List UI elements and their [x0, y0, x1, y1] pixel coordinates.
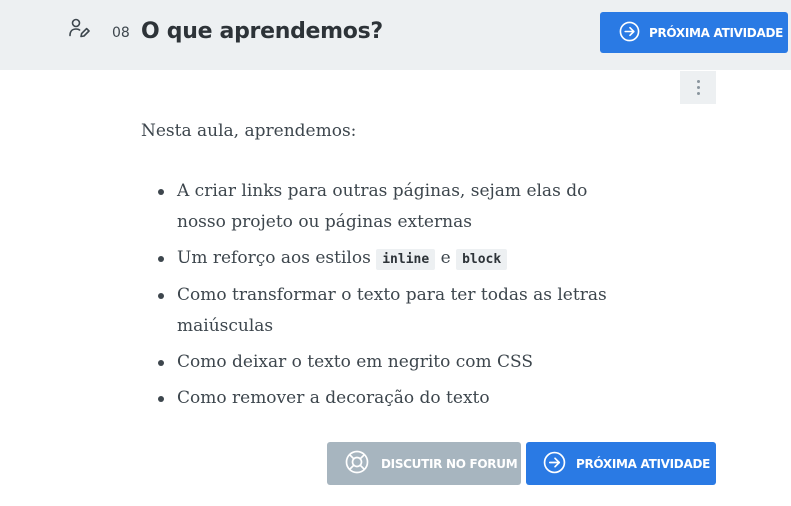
next-activity-label: PRÓXIMA ATIVIDADE — [576, 456, 710, 471]
activity-header: 08 O que aprendemos? PRÓXIMA ATIVIDADE — [0, 0, 791, 70]
code-inline: inline — [376, 249, 436, 270]
code-block: block — [456, 249, 508, 270]
list-item: Como deixar o texto em negrito com CSS — [141, 347, 621, 378]
activity-content: Nesta aula, aprendemos: A criar links pa… — [141, 118, 621, 419]
next-activity-button[interactable]: PRÓXIMA ATIVIDADE — [526, 442, 716, 485]
list-item: Como remover a decoração do texto — [141, 383, 621, 414]
list-item: A criar links para outras páginas, sejam… — [141, 176, 621, 238]
lesson-number: 08 — [112, 25, 130, 41]
kebab-dot — [696, 86, 700, 89]
next-activity-button-top[interactable]: PRÓXIMA ATIVIDADE — [600, 12, 788, 53]
list-item: Como transformar o texto para ter todas … — [141, 280, 621, 342]
discuss-forum-button[interactable]: DISCUTIR NO FORUM — [327, 442, 521, 485]
user-edit-icon — [68, 17, 90, 39]
lifebuoy-icon — [345, 450, 369, 477]
arrow-right-circle-icon — [543, 451, 566, 477]
next-activity-label: PRÓXIMA ATIVIDADE — [649, 25, 783, 40]
discuss-forum-label: DISCUTIR NO FORUM — [381, 456, 518, 471]
kebab-dot — [696, 80, 700, 83]
learning-list: A criar links para outras páginas, sejam… — [141, 176, 621, 414]
intro-text: Nesta aula, aprendemos: — [141, 121, 357, 141]
arrow-right-circle-icon — [619, 21, 640, 45]
kebab-dot — [696, 92, 700, 95]
list-item-connector: e — [440, 248, 451, 268]
page-title: O que aprendemos? — [141, 19, 383, 44]
kebab-menu-icon[interactable] — [680, 71, 716, 104]
list-item-text: Um reforço aos estilos — [177, 248, 371, 268]
list-item: Um reforço aos estilos inline e block — [141, 243, 621, 275]
